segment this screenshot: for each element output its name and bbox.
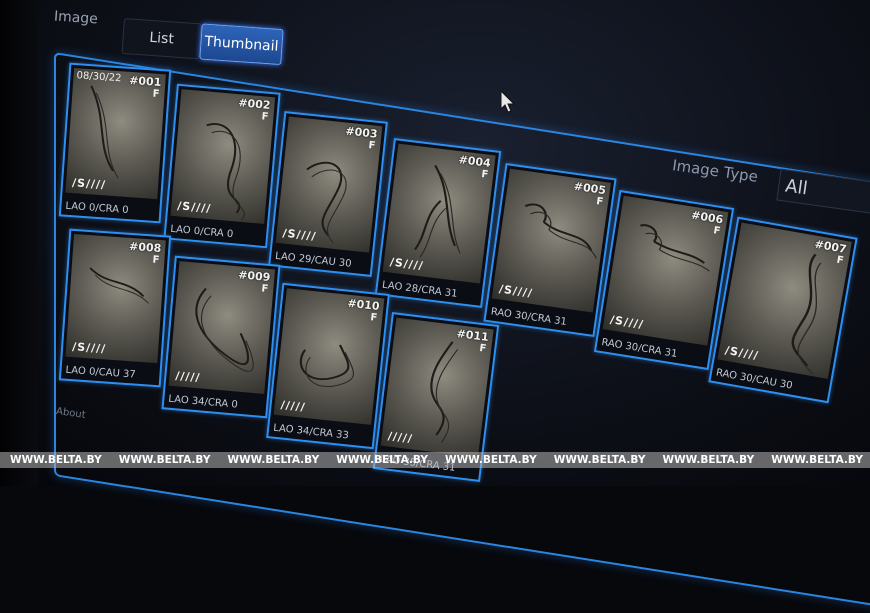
angiogram-image: #010 F/////: [273, 288, 385, 425]
watermark-text: WWW.BELTA.BY: [118, 454, 211, 466]
tab-list[interactable]: List: [121, 18, 202, 60]
image-marker: /////: [174, 369, 202, 385]
patient-sex: F: [367, 139, 376, 152]
patient-sex: F: [480, 168, 489, 181]
thumbnail-card[interactable]: #002 F/S////LAO 0/CRA 0: [163, 83, 281, 249]
projection-angle: LAO 0/CRA 0: [65, 200, 129, 217]
image-marker: /////: [280, 398, 307, 414]
watermark-text: WWW.BELTA.BY: [553, 454, 646, 466]
angiogram-image: #002 F/S////: [170, 89, 276, 224]
watermark-text: WWW.BELTA.BY: [771, 454, 863, 466]
image-number: #002: [237, 96, 272, 112]
angiogram-image: #008 F/S////: [65, 233, 166, 364]
watermark-text: WWW.BELTA.BY: [662, 454, 755, 466]
thumbnail-card[interactable]: #005 F/S////RAO 30/CRA 31: [483, 162, 617, 338]
projection-angle: LAO 34/CRA 0: [167, 393, 239, 411]
angiogram-image: #006 F/S////: [602, 195, 729, 346]
thumbnail-card[interactable]: #004 F/S////LAO 28/CRA 31: [374, 138, 502, 308]
angiogram-image: #009 F /////: [168, 261, 276, 394]
angiogram-image: #005 F/S////: [491, 168, 611, 313]
projection-angle: LAO 0/CRA 0: [169, 223, 234, 241]
monitor-bezel: [0, 0, 38, 486]
thumbnail-card[interactable]: #003 F/S////LAO 29/CAU 30: [268, 110, 388, 278]
patient-sex: F: [152, 254, 160, 266]
image-number: #008: [128, 239, 162, 256]
projection-angle: LAO 0/CAU 37: [65, 364, 137, 381]
patient-sex: F: [478, 342, 487, 355]
thumbnail-card[interactable]: #001 F/S////08/30/22 LAO 0/CRA 0: [58, 62, 172, 224]
angiogram-image: #001 F/S////08/30/22: [65, 67, 166, 200]
watermark-text: WWW.BELTA.BY: [10, 454, 102, 466]
angiogram-image: #007 F/S////: [717, 222, 852, 379]
patient-sex: F: [261, 283, 269, 295]
image-number: #001: [128, 73, 162, 90]
angiogram-image: #004 F/S////: [382, 143, 496, 284]
image-number: #009: [237, 268, 271, 285]
section-title: Image: [53, 8, 99, 28]
image-marker: /S////: [71, 176, 107, 192]
patient-sex: F: [261, 111, 269, 123]
angiogram-image: #003 F/S////: [275, 116, 383, 253]
image-marker: /S////: [71, 340, 107, 356]
angiogram-image: #011 F/////: [380, 317, 494, 458]
watermark-strip: WWW.BELTA.BY WWW.BELTA.BY WWW.BELTA.BY WWW.…: [0, 452, 870, 468]
thumbnail-card[interactable]: #010 F/////LAO 34/CRA 33: [266, 282, 390, 450]
watermark-text: WWW.BELTA.BY: [445, 454, 537, 466]
tab-thumbnail[interactable]: Thumbnail: [199, 23, 284, 66]
patient-sex: F: [152, 88, 160, 100]
thumbnail-card[interactable]: #009 F ///// LAO 34/CRA 0: [161, 255, 281, 419]
watermark-text: WWW.BELTA.BY: [336, 454, 428, 466]
patient-sex: F: [369, 312, 378, 324]
watermark-text: WWW.BELTA.BY: [227, 454, 320, 466]
thumbnail-card[interactable]: #008 F/S////LAO 0/CAU 37: [58, 228, 172, 388]
